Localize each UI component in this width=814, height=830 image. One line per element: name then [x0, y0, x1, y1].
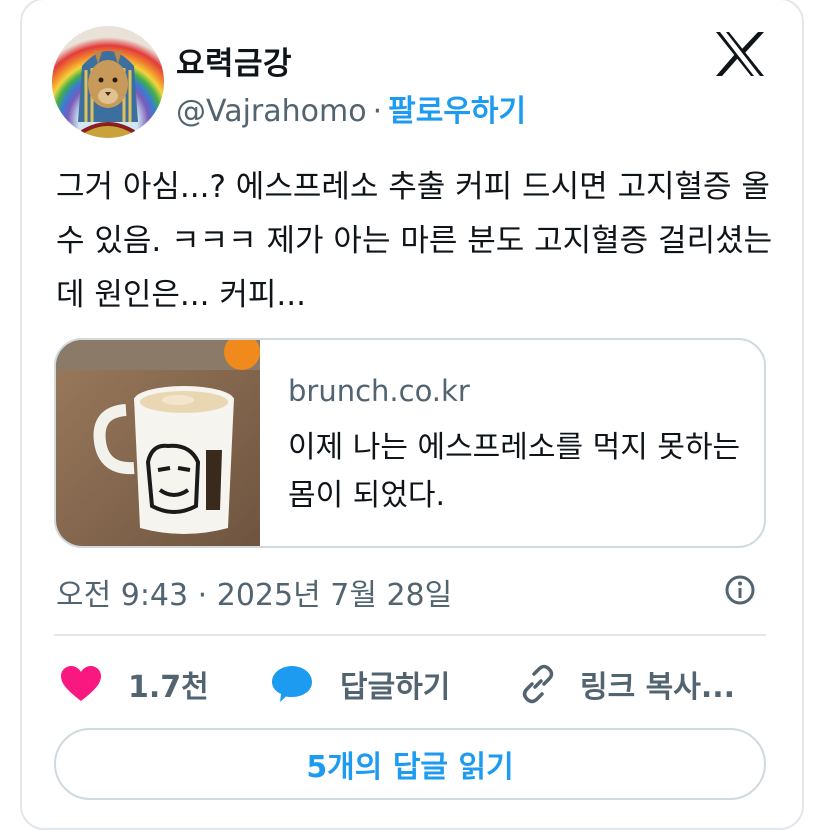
x-logo-icon[interactable]	[714, 30, 766, 78]
reply-button[interactable]: 답글하기	[270, 658, 450, 710]
copy-link-label: 링크 복사...	[580, 670, 736, 705]
link-icon	[522, 664, 554, 704]
link-preview-card[interactable]: brunch.co.kr 이제 나는 에스프레소를 먹지 못하는 몸이 되었다.	[54, 338, 766, 548]
read-replies-button[interactable]: 5개의 답글 읽기	[54, 728, 766, 800]
link-preview-domain: brunch.co.kr	[288, 374, 470, 408]
like-count: 1.7천	[128, 670, 209, 705]
author-display-name[interactable]: 요력금강	[176, 38, 292, 83]
reply-label: 답글하기	[340, 670, 451, 705]
timestamp-separator: ·	[197, 578, 208, 613]
follow-button[interactable]: 팔로우하기	[388, 94, 526, 129]
copy-link-button[interactable]: 링크 복사...	[518, 658, 735, 710]
handle-separator: ·	[372, 94, 383, 129]
tweet-date: 2025년 7월 28일	[216, 578, 453, 613]
like-button[interactable]: 1.7천	[60, 658, 209, 710]
tweet-time: 오전 9:43	[56, 578, 189, 613]
author-handle[interactable]: @Vajrahomo	[176, 94, 367, 129]
link-preview-thumbnail	[56, 340, 260, 546]
author-handle-row: @Vajrahomo · 팔로우하기	[176, 86, 526, 130]
tweet-text: 그거 아심...? 에스프레소 추출 커피 드시면 고지혈증 올 수 있음. ㅋ…	[56, 169, 773, 313]
heart-icon	[61, 666, 101, 701]
tweet-timestamp[interactable]: 오전 9:43 · 2025년 7월 28일	[56, 570, 452, 614]
divider	[54, 634, 766, 636]
info-icon[interactable]	[724, 574, 756, 606]
speech-bubble-icon	[272, 666, 312, 702]
link-preview-title: 이제 나는 에스프레소를 먹지 못하는 몸이 되었다.	[288, 430, 741, 513]
avatar[interactable]	[52, 26, 164, 138]
